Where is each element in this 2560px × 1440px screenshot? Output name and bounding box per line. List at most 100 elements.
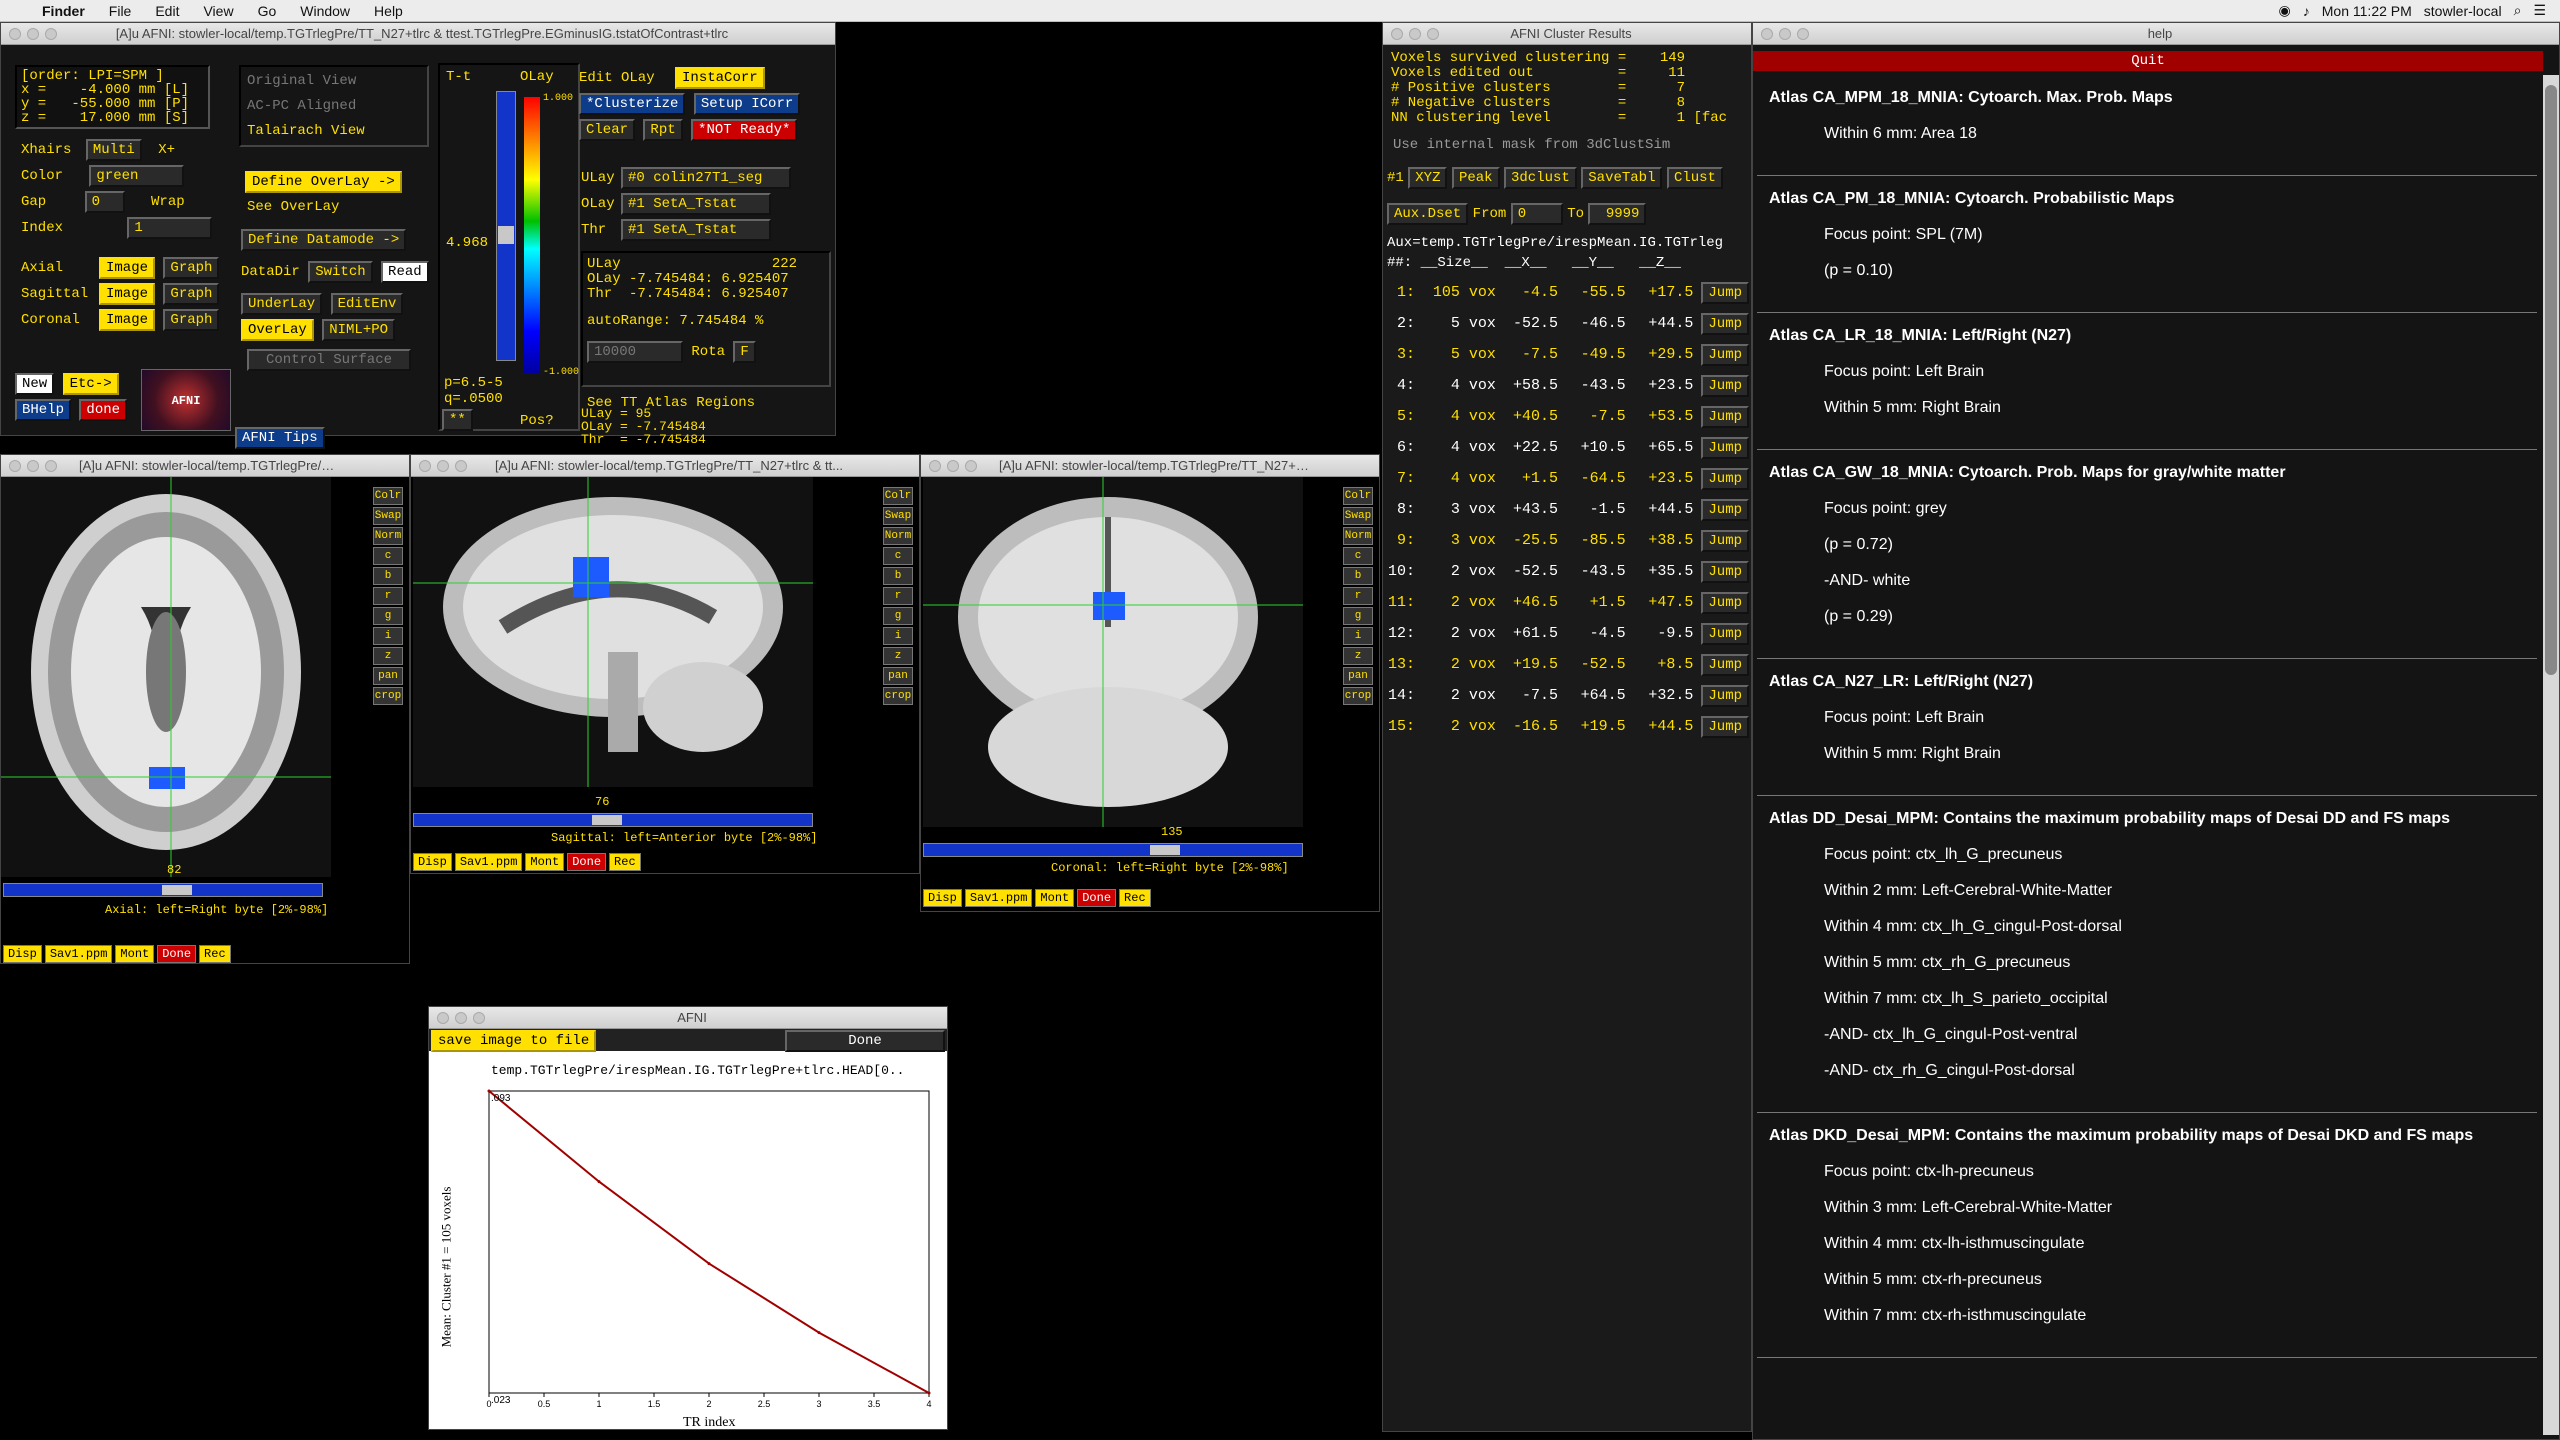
c-arrows[interactable]: c — [373, 547, 403, 565]
b-arrows[interactable]: b — [1343, 567, 1373, 585]
g-arrows[interactable]: g — [373, 607, 403, 625]
coronal-brain-image[interactable] — [923, 477, 1303, 827]
from-field[interactable]: 0 — [1510, 203, 1563, 225]
f-button[interactable]: F — [733, 341, 756, 363]
z-arrows[interactable]: z — [373, 647, 403, 665]
crop-button[interactable]: crop — [1343, 687, 1373, 705]
autorange-toggle[interactable]: autoRange: 7.745484 — [587, 313, 747, 329]
crop-button[interactable]: crop — [373, 687, 403, 705]
underlay-button[interactable]: UnderLay — [241, 293, 323, 315]
clust-button[interactable]: Clust — [1666, 167, 1723, 189]
jump-button[interactable]: Jump — [1701, 529, 1749, 552]
wrap-toggle[interactable]: Wrap — [151, 194, 185, 210]
jump-button[interactable]: Jump — [1701, 591, 1749, 614]
editenv-button[interactable]: EditEnv — [330, 293, 404, 315]
jump-button[interactable]: Jump — [1701, 312, 1749, 335]
afni-logo[interactable]: AFNI — [141, 369, 231, 431]
rota-label[interactable]: Rota — [691, 344, 725, 360]
img-done-button[interactable]: Done — [157, 945, 197, 963]
swap-button[interactable]: Swap — [883, 507, 913, 525]
not-ready-button[interactable]: *NOT Ready* — [691, 119, 798, 141]
rec-button[interactable]: Rec — [199, 945, 231, 963]
g-arrows[interactable]: g — [1343, 607, 1373, 625]
r-arrows[interactable]: r — [1343, 587, 1373, 605]
sagittal-slice-slider[interactable] — [413, 813, 813, 827]
menu-help[interactable]: Help — [374, 3, 403, 19]
disp-button[interactable]: Disp — [413, 853, 452, 871]
pos-toggle[interactable]: Pos? — [520, 413, 554, 429]
coronal-graph-button[interactable]: Graph — [163, 309, 220, 331]
colr-button[interactable]: Colr — [883, 487, 913, 505]
jump-button[interactable]: Jump — [1701, 343, 1749, 366]
etc-button[interactable]: Etc-> — [62, 373, 119, 395]
colr-button[interactable]: Colr — [1343, 487, 1373, 505]
mont-button[interactable]: Mont — [115, 945, 155, 963]
jump-button[interactable]: Jump — [1701, 405, 1749, 428]
acpc-view-radio[interactable]: AC-PC Aligned — [247, 94, 421, 119]
jump-button[interactable]: Jump — [1701, 498, 1749, 521]
see-overlay-toggle[interactable]: See OverLay — [247, 199, 339, 215]
pct-toggle[interactable]: % — [755, 313, 763, 329]
pan-button[interactable]: pan — [883, 667, 913, 685]
xyz-button[interactable]: XYZ — [1408, 167, 1448, 189]
xhairs-menu[interactable]: Multi — [85, 139, 142, 161]
menu-file[interactable]: File — [109, 3, 132, 19]
savetabl-button[interactable]: SaveTabl — [1581, 167, 1663, 189]
clusterize-button[interactable]: *Clusterize — [579, 93, 686, 115]
bhelp-button[interactable]: BHelp — [15, 399, 72, 421]
c-arrows[interactable]: c — [883, 547, 913, 565]
menu-window[interactable]: Window — [300, 3, 350, 19]
z-arrows[interactable]: z — [1343, 647, 1373, 665]
axial-graph-button[interactable]: Graph — [163, 257, 220, 279]
xplus-toggle[interactable]: X+ — [158, 142, 175, 158]
range-field[interactable]: 10000 — [587, 341, 683, 363]
notification-icon[interactable]: ☰ — [2533, 2, 2546, 19]
colr-button[interactable]: Colr — [373, 487, 403, 505]
coronal-image-button[interactable]: Image — [99, 309, 156, 331]
norm-button[interactable]: Norm — [373, 527, 403, 545]
color-menu[interactable]: green — [89, 165, 185, 187]
save-button[interactable]: Sav1.ppm — [44, 945, 113, 963]
jump-button[interactable]: Jump — [1701, 715, 1749, 738]
b-arrows[interactable]: b — [373, 567, 403, 585]
spotlight-icon[interactable]: ⌕ — [2514, 2, 2522, 19]
menu-edit[interactable]: Edit — [155, 3, 179, 19]
done-button[interactable]: done — [79, 399, 128, 421]
jump-button[interactable]: Jump — [1701, 281, 1749, 304]
help-quit-button[interactable]: Quit — [1753, 51, 2543, 71]
i-arrows[interactable]: i — [373, 627, 403, 645]
img-done-button[interactable]: Done — [1077, 889, 1117, 907]
norm-button[interactable]: Norm — [883, 527, 913, 545]
b-arrows[interactable]: b — [883, 567, 913, 585]
rec-button[interactable]: Rec — [609, 853, 641, 871]
pan-button[interactable]: pan — [1343, 667, 1373, 685]
original-view-radio[interactable]: Original View — [247, 69, 421, 94]
gap-menu[interactable]: 0 — [84, 191, 125, 213]
mont-button[interactable]: Mont — [525, 853, 565, 871]
define-overlay-button[interactable]: Define OverLay -> — [245, 171, 402, 193]
r-arrows[interactable]: r — [373, 587, 403, 605]
3dclust-button[interactable]: 3dclust — [1504, 167, 1577, 189]
to-field[interactable]: 9999 — [1588, 203, 1647, 225]
jump-button[interactable]: Jump — [1701, 374, 1749, 397]
threshold-slider[interactable] — [496, 91, 516, 361]
graph-done-button[interactable]: Done — [785, 1030, 945, 1052]
index-field[interactable]: 1 — [127, 217, 213, 239]
jump-button[interactable]: Jump — [1701, 560, 1749, 583]
jump-button[interactable]: Jump — [1701, 467, 1749, 490]
wifi-icon[interactable]: ◉ — [2279, 2, 2291, 19]
sagittal-graph-button[interactable]: Graph — [163, 283, 220, 305]
menu-view[interactable]: View — [203, 3, 233, 19]
control-surface-button[interactable]: Control Surface — [247, 349, 411, 371]
jump-button[interactable]: Jump — [1701, 684, 1749, 707]
jump-button[interactable]: Jump — [1701, 436, 1749, 459]
z-arrows[interactable]: z — [883, 647, 913, 665]
norm-button[interactable]: Norm — [1343, 527, 1373, 545]
axial-image-button[interactable]: Image — [99, 257, 156, 279]
instacorr-button[interactable]: InstaCorr — [675, 67, 765, 89]
swap-button[interactable]: Swap — [373, 507, 403, 525]
switch-button[interactable]: Switch — [308, 261, 373, 283]
save-button[interactable]: Sav1.ppm — [454, 853, 523, 871]
i-arrows[interactable]: i — [1343, 627, 1373, 645]
user-menu[interactable]: stowler-local — [2424, 3, 2502, 19]
